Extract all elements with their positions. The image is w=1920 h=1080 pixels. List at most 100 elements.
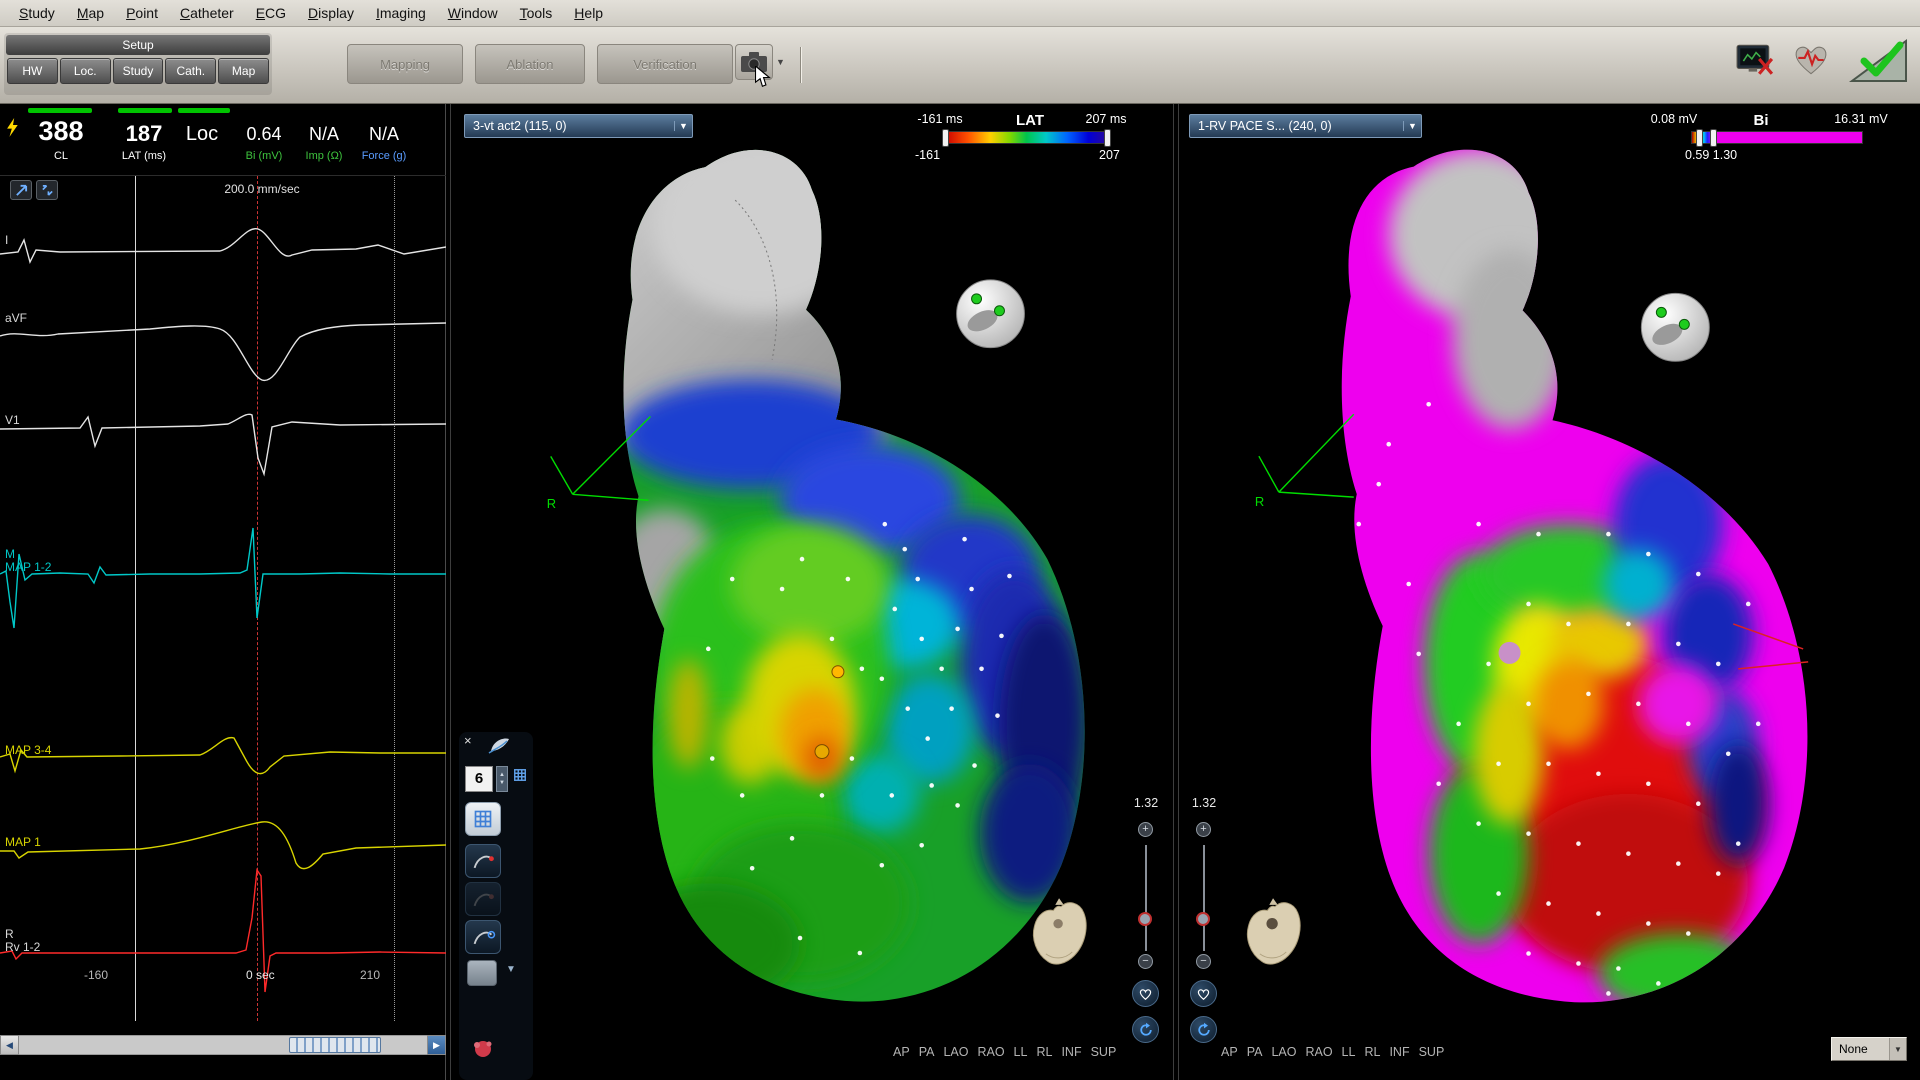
- bi-threshold-values: 0.59 1.30: [1685, 148, 1737, 162]
- scale-handle-high[interactable]: [1104, 129, 1111, 147]
- lat-color-scale[interactable]: [944, 131, 1109, 144]
- zoom-handle[interactable]: [1196, 912, 1210, 926]
- point-count-input[interactable]: 6: [465, 766, 493, 792]
- menu-map[interactable]: Map: [66, 1, 115, 25]
- ablation-button[interactable]: Ablation: [475, 44, 585, 84]
- orient-lao[interactable]: LAO: [943, 1045, 968, 1059]
- zoom-track[interactable]: [1145, 845, 1147, 951]
- menu-imaging[interactable]: Imaging: [365, 1, 437, 25]
- bi-scale-min: 0.08 mV: [1637, 112, 1711, 126]
- verification-button[interactable]: Verification: [597, 44, 733, 84]
- orient-inf[interactable]: INF: [1389, 1045, 1409, 1059]
- time-tick: -160: [84, 968, 108, 982]
- grid-tool-button[interactable]: [465, 802, 501, 836]
- system-status-icon[interactable]: [1736, 44, 1774, 76]
- rotate-view-button[interactable]: [1132, 1016, 1159, 1043]
- menu-tools[interactable]: Tools: [509, 1, 564, 25]
- zoom-out-button[interactable]: −: [1138, 954, 1153, 969]
- zoom-track[interactable]: [1203, 845, 1205, 951]
- fill-threshold-select[interactable]: None ▼: [1831, 1037, 1907, 1061]
- point-marker[interactable]: [832, 666, 844, 678]
- menu-bar: Study Map Point Catheter ECG Display Ima…: [0, 0, 1920, 27]
- orient-rao[interactable]: RAO: [1305, 1045, 1332, 1059]
- fill-tool-icon[interactable]: [487, 735, 511, 760]
- zoom-in-button[interactable]: +: [1138, 822, 1153, 837]
- snapshot-dropdown-caret[interactable]: ▼: [776, 57, 785, 67]
- orient-ll[interactable]: LL: [1342, 1045, 1356, 1059]
- setup-cath-button[interactable]: Cath.: [165, 58, 216, 84]
- menu-help[interactable]: Help: [563, 1, 614, 25]
- scrollbar-track[interactable]: [19, 1035, 427, 1055]
- grid-mini-icon[interactable]: [513, 768, 527, 782]
- scroll-left-button[interactable]: ◀: [0, 1035, 19, 1055]
- catheter-tool-button-disabled[interactable]: [465, 882, 501, 916]
- menu-ecg[interactable]: ECG: [245, 1, 297, 25]
- scrollbar-thumb[interactable]: [289, 1037, 381, 1053]
- menu-display[interactable]: Display: [297, 1, 365, 25]
- palette-swatch-button[interactable]: [467, 960, 497, 986]
- menu-point[interactable]: Point: [115, 1, 169, 25]
- menu-study[interactable]: Study: [8, 1, 66, 25]
- voltage-map-viewport: R 1-RV PACE S... (240, 0) ▼ 0.08 mV Bi 1…: [1178, 104, 1920, 1080]
- setup-hw-button[interactable]: HW: [7, 58, 58, 84]
- eraser-tool-button[interactable]: [465, 1032, 501, 1066]
- heart-view-button[interactable]: [1190, 980, 1217, 1007]
- scroll-right-button[interactable]: ▶: [427, 1035, 446, 1055]
- scale-handle-low[interactable]: [1696, 129, 1703, 147]
- orient-pa[interactable]: PA: [919, 1045, 935, 1059]
- count-spinner[interactable]: ▲▼: [496, 766, 508, 792]
- orient-rl[interactable]: RL: [1364, 1045, 1380, 1059]
- orientation-sphere[interactable]: [1641, 293, 1709, 361]
- toolbar-separator: [800, 47, 802, 83]
- time-tick: 210: [360, 968, 380, 982]
- heart-view-button[interactable]: [1132, 980, 1159, 1007]
- bi-color-scale[interactable]: [1691, 131, 1863, 144]
- zoom-value: 1.32: [1129, 796, 1163, 810]
- map-selector[interactable]: 3-vt act2 (115, 0) ▼: [464, 114, 693, 138]
- setup-group-label: Setup: [6, 35, 270, 55]
- chevron-down-icon: ▼: [1889, 1038, 1906, 1060]
- map-selector[interactable]: 1-RV PACE S... (240, 0) ▼: [1189, 114, 1422, 138]
- menu-catheter[interactable]: Catheter: [169, 1, 245, 25]
- orientation-sphere[interactable]: [957, 280, 1025, 348]
- ecg-heart-icon[interactable]: [1792, 43, 1830, 77]
- setup-study-button[interactable]: Study: [113, 58, 164, 84]
- point-marker[interactable]: [815, 745, 829, 759]
- mouse-cursor: [755, 66, 771, 88]
- orient-lao[interactable]: LAO: [1271, 1045, 1296, 1059]
- catheter-select-button[interactable]: [465, 920, 501, 954]
- trace-label-V1: V1: [5, 414, 20, 427]
- scale-handle-low[interactable]: [942, 129, 949, 147]
- bi-label: Bi (mV): [232, 150, 296, 162]
- orient-rl[interactable]: RL: [1036, 1045, 1052, 1059]
- palette-expand-caret[interactable]: ▼: [506, 964, 516, 975]
- orient-pa[interactable]: PA: [1247, 1045, 1263, 1059]
- axis-label: R: [1255, 494, 1264, 509]
- accept-check-icon[interactable]: [1848, 35, 1910, 85]
- setup-loc-button[interactable]: Loc.: [60, 58, 111, 84]
- orient-rao[interactable]: RAO: [977, 1045, 1004, 1059]
- orient-sup[interactable]: SUP: [1419, 1045, 1445, 1059]
- zoom-handle[interactable]: [1138, 912, 1152, 926]
- orient-sup[interactable]: SUP: [1091, 1045, 1117, 1059]
- orient-ll[interactable]: LL: [1014, 1045, 1028, 1059]
- fill-threshold-value: None: [1832, 1042, 1889, 1056]
- bi-scale-title: Bi: [1739, 112, 1783, 129]
- imp-value: N/A: [296, 124, 352, 145]
- catheter-tool-button[interactable]: [465, 844, 501, 878]
- zoom-value: 1.32: [1187, 796, 1221, 810]
- close-icon[interactable]: ×: [464, 733, 472, 748]
- orient-ap[interactable]: AP: [1221, 1045, 1238, 1059]
- orient-inf[interactable]: INF: [1061, 1045, 1081, 1059]
- trace-label-I: I: [5, 234, 8, 247]
- rotate-view-button[interactable]: [1190, 1016, 1217, 1043]
- menu-window[interactable]: Window: [437, 1, 509, 25]
- zoom-out-button[interactable]: −: [1196, 954, 1211, 969]
- scale-handle-high[interactable]: [1710, 129, 1717, 147]
- orient-ap[interactable]: AP: [893, 1045, 910, 1059]
- setup-map-button[interactable]: Map: [218, 58, 269, 84]
- mapping-button[interactable]: Mapping: [347, 44, 463, 84]
- zoom-in-button[interactable]: +: [1196, 822, 1211, 837]
- map-selector-value: 3-vt act2 (115, 0): [465, 119, 674, 133]
- lat-label: LAT (ms): [100, 150, 188, 162]
